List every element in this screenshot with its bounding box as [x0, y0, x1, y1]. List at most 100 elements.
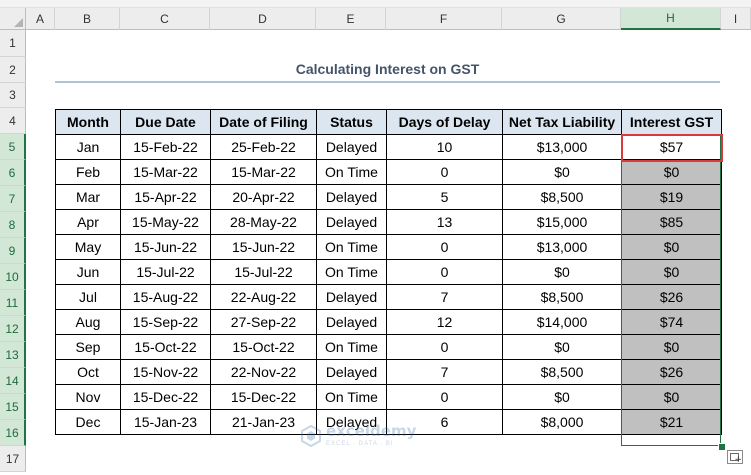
row-header-1[interactable]: 1	[0, 30, 26, 57]
due-date-cell[interactable]: 15-May-22	[120, 209, 211, 235]
column-heading-days-of-delay[interactable]: Days of Delay	[386, 109, 503, 135]
due-date-cell[interactable]: 15-Jan-23	[120, 409, 211, 435]
interest-gst-cell[interactable]: $85	[621, 209, 722, 235]
quick-analysis-icon[interactable]: +	[727, 450, 743, 465]
column-header-h[interactable]: H	[621, 8, 721, 30]
interest-gst-cell[interactable]: $0	[621, 384, 722, 410]
column-heading-due-date[interactable]: Due Date	[120, 109, 211, 135]
tax-liability-cell[interactable]: $0	[502, 384, 622, 410]
month-cell[interactable]: Oct	[55, 359, 121, 385]
delay-days-cell[interactable]: 0	[386, 234, 503, 260]
interest-gst-cell[interactable]: $26	[621, 359, 722, 385]
interest-gst-cell[interactable]: $0	[621, 259, 722, 285]
status-cell[interactable]: Delayed	[316, 134, 387, 160]
delay-days-cell[interactable]: 0	[386, 384, 503, 410]
row-header-10[interactable]: 10	[0, 264, 26, 290]
column-header-f[interactable]: F	[386, 8, 502, 30]
status-cell[interactable]: Delayed	[316, 284, 387, 310]
delay-days-cell[interactable]: 13	[386, 209, 503, 235]
delay-days-cell[interactable]: 6	[386, 409, 503, 435]
interest-gst-cell[interactable]: $57	[621, 134, 722, 160]
row-header-2[interactable]: 2	[0, 57, 26, 83]
status-cell[interactable]: Delayed	[316, 359, 387, 385]
filing-date-cell[interactable]: 25-Feb-22	[210, 134, 317, 160]
tax-liability-cell[interactable]: $0	[502, 159, 622, 185]
due-date-cell[interactable]: 15-Sep-22	[120, 309, 211, 335]
row-header-16[interactable]: 16	[0, 420, 26, 446]
column-header-e[interactable]: E	[316, 8, 386, 30]
row-header-6[interactable]: 6	[0, 160, 26, 186]
month-cell[interactable]: Apr	[55, 209, 121, 235]
row-header-11[interactable]: 11	[0, 290, 26, 316]
due-date-cell[interactable]: 15-Feb-22	[120, 134, 211, 160]
tax-liability-cell[interactable]: $8,500	[502, 284, 622, 310]
tax-liability-cell[interactable]: $0	[502, 259, 622, 285]
interest-gst-cell[interactable]: $19	[621, 184, 722, 210]
filing-date-cell[interactable]: 15-Dec-22	[210, 384, 317, 410]
month-cell[interactable]: Jun	[55, 259, 121, 285]
month-cell[interactable]: Nov	[55, 384, 121, 410]
month-cell[interactable]: Jan	[55, 134, 121, 160]
due-date-cell[interactable]: 15-Aug-22	[120, 284, 211, 310]
delay-days-cell[interactable]: 0	[386, 259, 503, 285]
column-header-c[interactable]: C	[120, 8, 210, 30]
column-heading-month[interactable]: Month	[55, 109, 121, 135]
column-header-g[interactable]: G	[502, 8, 621, 30]
delay-days-cell[interactable]: 7	[386, 284, 503, 310]
tax-liability-cell[interactable]: $13,000	[502, 234, 622, 260]
column-heading-status[interactable]: Status	[316, 109, 387, 135]
month-cell[interactable]: Mar	[55, 184, 121, 210]
status-cell[interactable]: Delayed	[316, 309, 387, 335]
row-header-14[interactable]: 14	[0, 368, 26, 394]
month-cell[interactable]: May	[55, 234, 121, 260]
month-cell[interactable]: Sep	[55, 334, 121, 360]
row-header-12[interactable]: 12	[0, 316, 26, 342]
row-header-3[interactable]: 3	[0, 83, 26, 108]
filing-date-cell[interactable]: 20-Apr-22	[210, 184, 317, 210]
column-heading-date-of-filing[interactable]: Date of Filing	[210, 109, 317, 135]
delay-days-cell[interactable]: 7	[386, 359, 503, 385]
column-header-b[interactable]: B	[55, 8, 120, 30]
select-all-button[interactable]	[0, 8, 26, 30]
status-cell[interactable]: Delayed	[316, 409, 387, 435]
row-header-13[interactable]: 13	[0, 342, 26, 368]
interest-gst-cell[interactable]: $74	[621, 309, 722, 335]
tax-liability-cell[interactable]: $15,000	[502, 209, 622, 235]
interest-gst-cell[interactable]: $0	[621, 159, 722, 185]
delay-days-cell[interactable]: 0	[386, 334, 503, 360]
status-cell[interactable]: Delayed	[316, 184, 387, 210]
delay-days-cell[interactable]: 12	[386, 309, 503, 335]
delay-days-cell[interactable]: 0	[386, 159, 503, 185]
status-cell[interactable]: Delayed	[316, 209, 387, 235]
due-date-cell[interactable]: 15-Nov-22	[120, 359, 211, 385]
due-date-cell[interactable]: 15-Jul-22	[120, 259, 211, 285]
due-date-cell[interactable]: 15-Mar-22	[120, 159, 211, 185]
tax-liability-cell[interactable]: $14,000	[502, 309, 622, 335]
tax-liability-cell[interactable]: $8,500	[502, 184, 622, 210]
column-header-a[interactable]: A	[26, 8, 55, 30]
row-header-15[interactable]: 15	[0, 394, 26, 420]
month-cell[interactable]: Aug	[55, 309, 121, 335]
filing-date-cell[interactable]: 27-Sep-22	[210, 309, 317, 335]
due-date-cell[interactable]: 15-Apr-22	[120, 184, 211, 210]
interest-gst-cell[interactable]: $0	[621, 234, 722, 260]
row-header-4[interactable]: 4	[0, 108, 26, 134]
month-cell[interactable]: Feb	[55, 159, 121, 185]
delay-days-cell[interactable]: 10	[386, 134, 503, 160]
due-date-cell[interactable]: 15-Jun-22	[120, 234, 211, 260]
sheet-title[interactable]: Calculating Interest on GST	[55, 56, 720, 82]
filing-date-cell[interactable]: 15-Jul-22	[210, 259, 317, 285]
row-header-17[interactable]: 17	[0, 446, 26, 472]
column-header-d[interactable]: D	[210, 8, 316, 30]
tax-liability-cell[interactable]: $0	[502, 334, 622, 360]
row-header-7[interactable]: 7	[0, 186, 26, 212]
status-cell[interactable]: On Time	[316, 384, 387, 410]
fill-handle-icon[interactable]	[718, 443, 726, 451]
tax-liability-cell[interactable]: $13,000	[502, 134, 622, 160]
due-date-cell[interactable]: 15-Dec-22	[120, 384, 211, 410]
row-header-8[interactable]: 8	[0, 212, 26, 238]
row-header-9[interactable]: 9	[0, 238, 26, 264]
status-cell[interactable]: On Time	[316, 234, 387, 260]
filing-date-cell[interactable]: 15-Oct-22	[210, 334, 317, 360]
due-date-cell[interactable]: 15-Oct-22	[120, 334, 211, 360]
